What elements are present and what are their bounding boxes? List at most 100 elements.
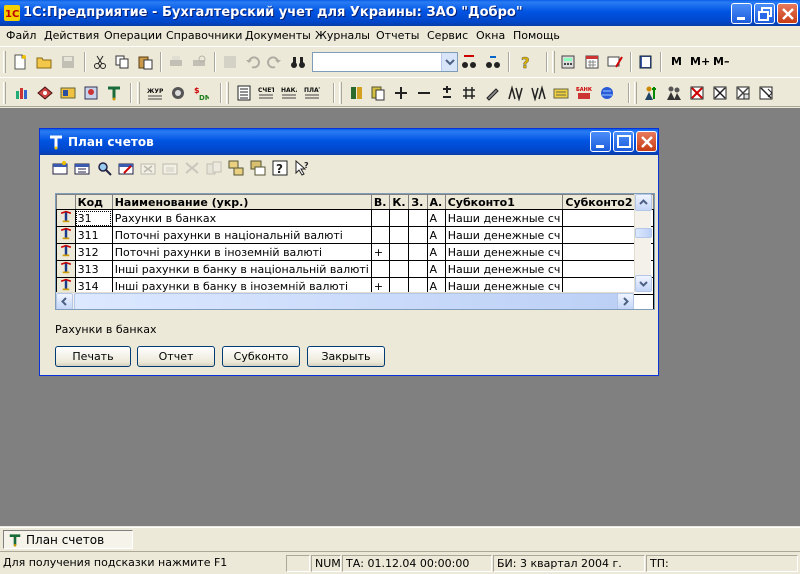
- edit-line-icon[interactable]: [118, 160, 134, 176]
- cell-subconto1[interactable]: Наши денежные сч: [444, 226, 564, 244]
- cell-a[interactable]: А: [426, 226, 446, 244]
- column-header-v[interactable]: В.: [370, 194, 391, 210]
- cell-code[interactable]: 312: [74, 243, 113, 261]
- plus-minus-icon[interactable]: [439, 85, 455, 101]
- cell-k[interactable]: [389, 209, 410, 227]
- mark-delete-icon[interactable]: [184, 160, 200, 176]
- documents-check-icon[interactable]: [712, 85, 728, 101]
- cell-v[interactable]: [370, 260, 391, 278]
- toolbar-grip[interactable]: [226, 82, 229, 104]
- toolbar-grip[interactable]: [3, 51, 6, 73]
- find-next-icon[interactable]: [461, 54, 477, 70]
- close-window-button[interactable]: Закрыть: [307, 346, 385, 367]
- cell-subconto1[interactable]: Наши денежные сч: [444, 209, 564, 227]
- documents-x-icon[interactable]: [689, 85, 705, 101]
- print-preview-icon[interactable]: [191, 54, 207, 70]
- child-title-bar[interactable]: План счетов: [40, 129, 658, 155]
- hierarchy-list-icon[interactable]: [250, 160, 266, 176]
- plus-icon[interactable]: [393, 85, 409, 101]
- cell-v[interactable]: +: [370, 243, 391, 261]
- cell-z[interactable]: [408, 226, 428, 244]
- table-row[interactable]: 313 Інші рахунки в банку в національній в…: [56, 260, 654, 278]
- cell-k[interactable]: [389, 260, 410, 278]
- message-edit-icon[interactable]: [607, 54, 623, 70]
- subconto-button[interactable]: Субконто: [222, 346, 300, 367]
- menu-journals[interactable]: Журналы: [315, 29, 370, 42]
- menu-reports[interactable]: Отчеты: [376, 29, 419, 42]
- accountant-icon[interactable]: [643, 85, 659, 101]
- table-row[interactable]: 312 Поточні рахунки в іноземній валюті + А Н…: [56, 243, 654, 261]
- calculator-icon[interactable]: [560, 54, 576, 70]
- copy-icon[interactable]: [114, 54, 130, 70]
- menu-references[interactable]: Справочники: [166, 29, 242, 42]
- child-maximize-button[interactable]: [613, 131, 634, 152]
- scroll-right-button[interactable]: [617, 293, 634, 309]
- new-line-icon[interactable]: [52, 160, 68, 176]
- paste-icon[interactable]: [137, 54, 153, 70]
- vertical-scroll-thumb[interactable]: [635, 228, 652, 238]
- help-question-icon[interactable]: ?: [518, 54, 534, 70]
- operations-icon[interactable]: [170, 85, 186, 101]
- scroll-down-button[interactable]: [635, 275, 652, 292]
- employees-icon[interactable]: [83, 85, 99, 101]
- waybill-icon[interactable]: НАКЛ: [281, 85, 297, 101]
- new-group-icon[interactable]: [74, 160, 90, 176]
- search-combo-dropdown[interactable]: [441, 53, 457, 71]
- table-row[interactable]: 311 Поточні рахунки в національній валюті…: [56, 226, 654, 244]
- cell-name[interactable]: Рахунки в банках: [111, 209, 372, 227]
- column-header-z[interactable]: З.: [408, 194, 428, 210]
- close-button[interactable]: [777, 3, 798, 24]
- child-minimize-button[interactable]: [590, 131, 611, 152]
- scroll-up-button[interactable]: [635, 194, 652, 211]
- table-grid-icon[interactable]: [461, 85, 477, 101]
- cell-code[interactable]: 313: [74, 260, 113, 278]
- invoice-icon[interactable]: СЧЕТ: [258, 85, 274, 101]
- memory-minus-button[interactable]: M–: [713, 55, 729, 68]
- open-folder-icon[interactable]: [36, 54, 52, 70]
- books-icon[interactable]: [349, 85, 365, 101]
- search-combo[interactable]: [312, 52, 458, 72]
- vertical-scrollbar[interactable]: [634, 194, 652, 292]
- undo-icon[interactable]: [245, 54, 261, 70]
- payment-order-icon[interactable]: ПЛАТ: [304, 85, 320, 101]
- menu-documents[interactable]: Документы: [245, 29, 311, 42]
- globe-icon[interactable]: [599, 85, 615, 101]
- cell-a[interactable]: А: [426, 243, 446, 261]
- move-to-group-icon[interactable]: [206, 160, 222, 176]
- context-help-icon[interactable]: ?: [294, 160, 310, 176]
- child-close-button[interactable]: [636, 131, 657, 152]
- find-in-list-icon[interactable]: [96, 160, 112, 176]
- cell-subconto1[interactable]: Наши денежные сч: [444, 260, 564, 278]
- report-button[interactable]: Отчет: [137, 346, 215, 367]
- redo-icon[interactable]: [266, 54, 282, 70]
- copy-line-icon[interactable]: [162, 160, 178, 176]
- documents-move-icon[interactable]: [758, 85, 774, 101]
- cell-name[interactable]: Поточні рахунки в національній валюті: [111, 226, 372, 244]
- menu-operations[interactable]: Операции: [104, 29, 162, 42]
- cell-k[interactable]: [389, 226, 410, 244]
- column-header-code[interactable]: Код: [74, 194, 113, 210]
- scroll-left-button[interactable]: [56, 293, 73, 309]
- cell-name[interactable]: Інші рахунки в банку в національній валю…: [111, 260, 372, 278]
- properties-icon[interactable]: [222, 54, 238, 70]
- list-icon[interactable]: [236, 85, 252, 101]
- horizontal-scrollbar[interactable]: [56, 292, 634, 309]
- cell-name[interactable]: Поточні рахунки в іноземній валюті: [111, 243, 372, 261]
- sort-asc-icon[interactable]: [507, 85, 523, 101]
- notes-icon[interactable]: [553, 85, 569, 101]
- new-document-icon[interactable]: [12, 54, 28, 70]
- column-header-icon[interactable]: [56, 194, 76, 210]
- toolbar-grip[interactable]: [3, 82, 6, 104]
- restore-button[interactable]: [754, 3, 775, 24]
- toolbar-grip[interactable]: [339, 82, 342, 104]
- toolbar-grip[interactable]: [552, 51, 555, 73]
- cell-v[interactable]: [370, 226, 391, 244]
- cell-a[interactable]: А: [426, 260, 446, 278]
- balance-icon[interactable]: $DM: [193, 85, 209, 101]
- memory-plus-button[interactable]: M+: [690, 55, 710, 68]
- save-icon[interactable]: [60, 54, 76, 70]
- minus-icon[interactable]: [416, 85, 432, 101]
- menu-service[interactable]: Сервис: [427, 29, 468, 42]
- toolbar-grip[interactable]: [137, 82, 140, 104]
- binoculars-icon[interactable]: [290, 54, 306, 70]
